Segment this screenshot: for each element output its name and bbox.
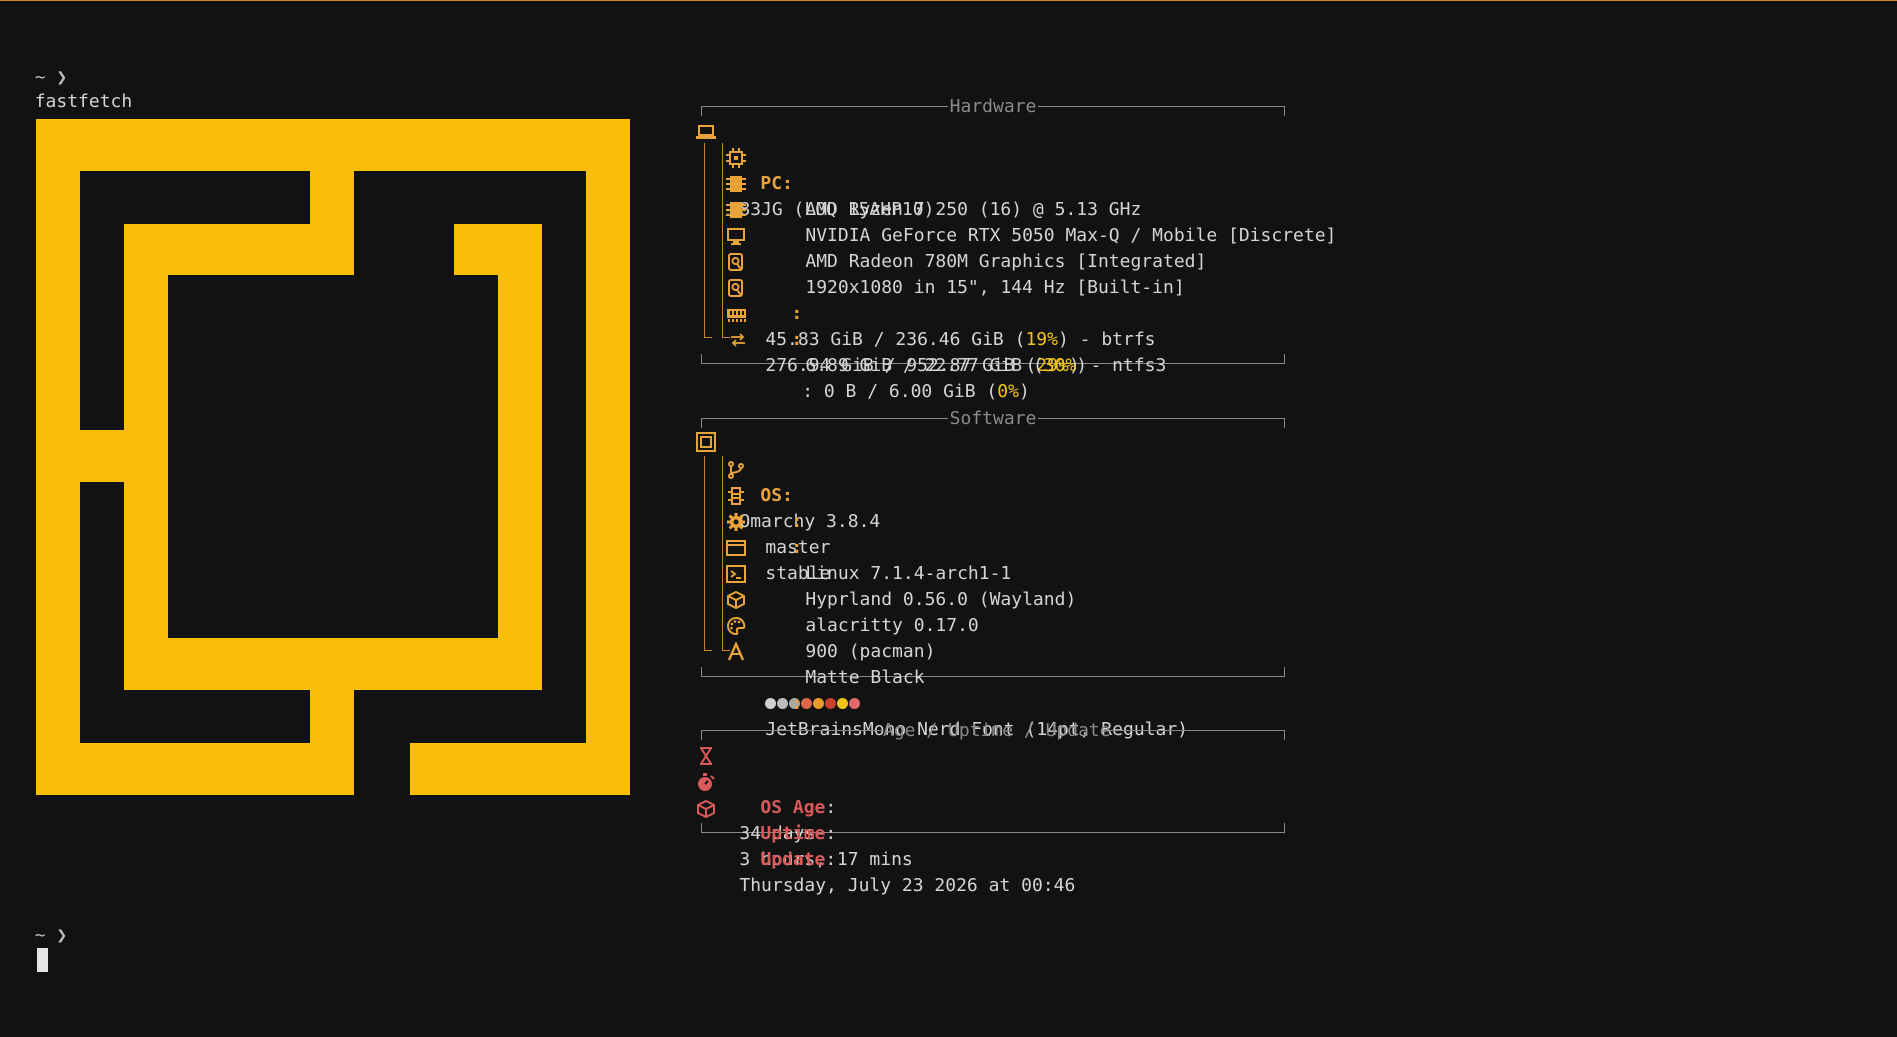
disk-icon (728, 279, 743, 297)
update-value: Thursday, July 23 2026 at 00:46 (739, 875, 1076, 896)
omarchy-os-icon (696, 432, 716, 452)
theme-swatch-6 (837, 697, 849, 709)
active-prompt-line[interactable]: ~ ❯ (13, 900, 67, 972)
update-key: Update (760, 849, 826, 870)
hardware-box-top: Hardware (701, 96, 1286, 117)
channel-icon (728, 487, 744, 505)
hardware-display-row: 1920x1080 in 15", 144 Hz [Built-in] (722, 223, 1185, 298)
hardware-disk-root-row: : 45.83 GiB / 236.46 GiB (19%) - btrfs (722, 249, 1156, 350)
age-os-age-row: OS Age: 34 days (696, 743, 836, 844)
software-os-row: OS: Omarchy 3.8.4 (696, 431, 880, 532)
hardware-gpu-discrete-row: NVIDIA GeForce RTX 5050 Max-Q / Mobile [… (722, 171, 1336, 246)
git-branch-icon (728, 461, 744, 479)
package-icon (727, 590, 745, 610)
hourglass-icon (700, 747, 712, 765)
software-font-row: : JetBrainsMono Nerd Font (14pt, Regular… (722, 639, 1188, 740)
box-icon (697, 799, 715, 818)
gpu-icon (726, 202, 746, 218)
age-update-row: Update: Thursday, July 23 2026 at 00:46 (696, 795, 1075, 896)
disk-icon (728, 253, 743, 271)
cpu-icon (726, 148, 746, 168)
theme-swatch-7 (849, 697, 861, 709)
hardware-pc-row: PC: 83JG (LOQ 15AHP10) (696, 119, 934, 220)
terminal-icon (726, 565, 746, 583)
software-wm-row: Hyprland 0.56.0 (Wayland) (722, 535, 1076, 610)
omarchy-logo (36, 119, 630, 795)
uptime-key: Uptime (760, 823, 826, 844)
software-box-top: Software (701, 408, 1286, 429)
software-title: Software (949, 408, 1037, 429)
prompt-symbol: ~ ❯ (34, 925, 68, 946)
hardware-swap-row: : 0 B / 6.00 GiB (0%) (722, 327, 1030, 402)
hardware-disk-ntfs-row: : 276.94 GiB / 952.87 GiB (29%) - ntfs3 (722, 275, 1166, 376)
software-branch-row: : master (722, 457, 830, 558)
software-packages-row: 900 (pacman) (722, 587, 935, 662)
gpu-icon (726, 176, 746, 192)
theme-value: Matte Black (805, 667, 925, 688)
software-theme-row: Matte Black (722, 613, 925, 709)
hardware-cpu-row: AMD Ryzen 7 250 (16) @ 5.13 GHz (722, 145, 1141, 220)
font-icon (727, 642, 745, 661)
memory-percent: 30% (1043, 355, 1077, 376)
logo-shapes (36, 119, 630, 795)
memory-icon (727, 309, 746, 322)
software-kernel-row: Linux 7.1.4-arch1-1 (722, 509, 1011, 584)
age-uptime-row: Uptime: 3 hours, 17 mins (696, 769, 913, 870)
memory-used: 6.89 GiB / 22.77 GiB ( (805, 355, 1044, 376)
terminal-cursor[interactable] (36, 948, 48, 972)
display-icon (727, 228, 745, 245)
software-terminal-row: alacritty 0.17.0 (722, 561, 979, 636)
disk-root-fs: ) - btrfs (1057, 329, 1156, 350)
hardware-gpu-integrated-row: AMD Radeon 780M Graphics [Integrated] (722, 197, 1206, 272)
palette-icon (727, 616, 746, 636)
swap-used: : 0 B / 6.00 GiB ( (791, 381, 998, 402)
hardware-title: Hardware (949, 96, 1037, 117)
theme-swatch-5 (825, 697, 837, 709)
laptop-icon (696, 125, 716, 139)
software-channel-row: : stable (722, 483, 830, 584)
age-box-top: Age / Uptime / Update (701, 720, 1286, 741)
disk-root-percent: 19% (1025, 329, 1058, 350)
theme-swatch-4 (813, 697, 825, 709)
theme-swatch-3 (801, 697, 813, 709)
age-title: Age / Uptime / Update (883, 720, 1111, 741)
stopwatch-icon (698, 773, 715, 791)
swap-icon (731, 333, 745, 347)
hardware-memory-row: 6.89 GiB / 22.77 GiB (30%) (722, 301, 1087, 376)
kernel-gear-icon (727, 513, 745, 531)
window-manager-icon (726, 540, 746, 556)
swap-percent: 0% (997, 381, 1019, 402)
